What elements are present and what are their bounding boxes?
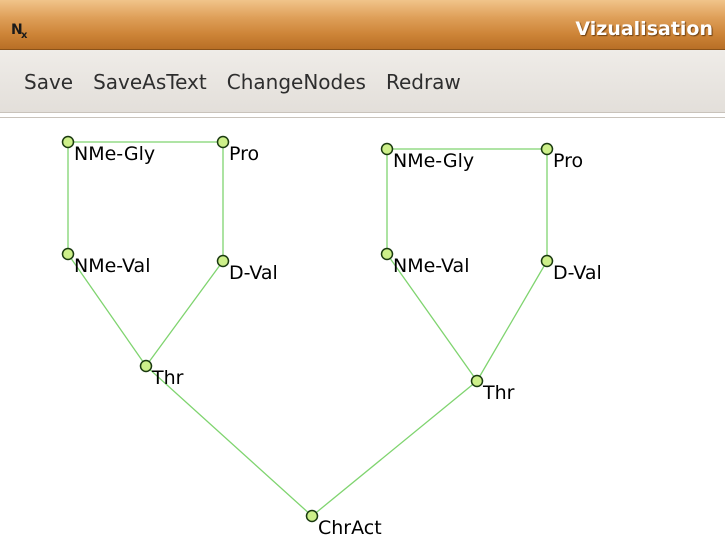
graph-node[interactable]: NMe-Val — [380, 247, 470, 278]
graph-nodes: NMe-Gly Pro NMe-Val D-Val Thr NMe-Gly Pro NMe-V… — [61, 135, 602, 535]
node-label: Thr — [151, 367, 184, 389]
node-marker[interactable] — [61, 135, 75, 149]
node-label: NMe-Val — [74, 255, 150, 277]
title-bar[interactable]: N x Vizualisation — [0, 0, 725, 50]
graph-edge — [476, 260, 548, 382]
node-marker[interactable] — [305, 509, 319, 523]
graph-node[interactable]: D-Val — [540, 254, 602, 285]
node-label: D-Val — [229, 262, 278, 284]
node-marker[interactable] — [470, 374, 484, 388]
networkx-icon: N x — [11, 22, 28, 40]
graph-node[interactable]: D-Val — [216, 254, 278, 285]
node-label: Pro — [229, 143, 259, 165]
graph-node[interactable]: Pro — [216, 135, 260, 166]
menu-items: Save SaveAsText ChangeNodes Redraw — [14, 70, 471, 94]
node-marker[interactable] — [380, 142, 394, 156]
node-label: Pro — [553, 150, 583, 172]
graph-edge — [145, 260, 224, 367]
node-marker[interactable] — [216, 254, 230, 268]
graph-canvas[interactable]: NMe-Gly Pro NMe-Val D-Val Thr NMe-Gly Pro NMe-V… — [0, 118, 725, 535]
graph-node[interactable]: ChrAct — [305, 509, 382, 535]
window-title: Vizualisation — [575, 18, 713, 40]
node-marker[interactable] — [540, 142, 554, 156]
node-marker[interactable] — [540, 254, 554, 268]
menu-save[interactable]: Save — [14, 70, 83, 94]
graph-edges — [67, 141, 548, 517]
node-label: Thr — [482, 382, 515, 404]
window: N x Vizualisation Save SaveAsText Change… — [0, 0, 725, 535]
graph-node[interactable]: NMe-Val — [61, 247, 151, 278]
svg-text:x: x — [21, 30, 28, 40]
graph-node[interactable]: Pro — [540, 142, 584, 173]
node-label: NMe-Gly — [393, 150, 474, 172]
node-label: NMe-Val — [393, 255, 469, 277]
node-marker[interactable] — [216, 135, 230, 149]
node-marker[interactable] — [380, 247, 394, 261]
node-label: D-Val — [553, 262, 602, 284]
graph-node[interactable]: Thr — [139, 359, 184, 390]
graph-node[interactable]: NMe-Gly — [61, 135, 156, 166]
menu-save-as-text[interactable]: SaveAsText — [83, 70, 217, 94]
graph-node[interactable]: Thr — [470, 374, 515, 405]
node-label: NMe-Gly — [74, 143, 155, 165]
node-marker[interactable] — [61, 247, 75, 261]
graph-edge — [311, 380, 478, 517]
menu-redraw[interactable]: Redraw — [376, 70, 471, 94]
node-label: ChrAct — [318, 517, 382, 535]
menu-change-nodes[interactable]: ChangeNodes — [217, 70, 376, 94]
node-marker[interactable] — [139, 359, 153, 373]
graph-node[interactable]: NMe-Gly — [380, 142, 475, 173]
